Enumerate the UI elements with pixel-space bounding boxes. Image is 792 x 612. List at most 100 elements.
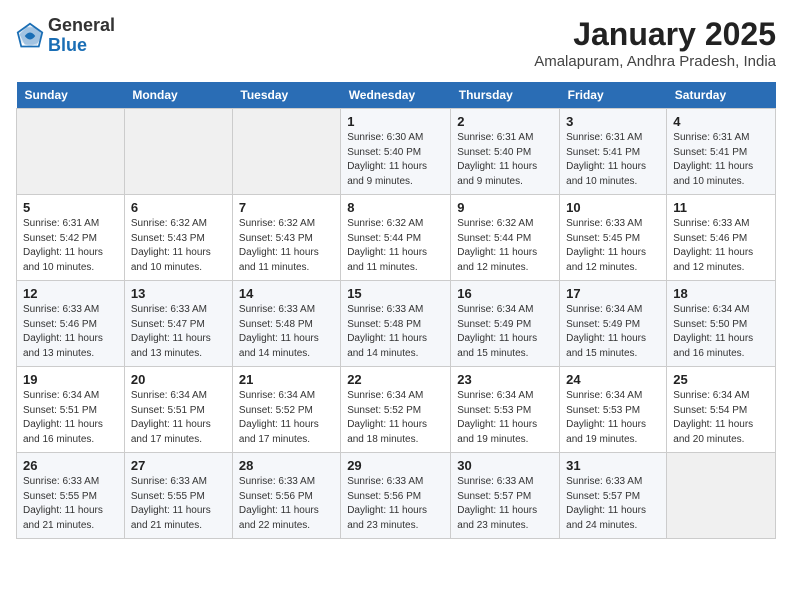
calendar-cell: 17 Sunrise: 6:34 AM Sunset: 5:49 PM Dayli… bbox=[560, 281, 667, 367]
calendar-cell: 1 Sunrise: 6:30 AM Sunset: 5:40 PM Daylig… bbox=[341, 109, 451, 195]
calendar-cell: 28 Sunrise: 6:33 AM Sunset: 5:56 PM Dayli… bbox=[232, 453, 340, 539]
day-info: Sunrise: 6:34 AM Sunset: 5:49 PM Dayligh… bbox=[457, 303, 553, 361]
calendar-cell: 7Sunrise: 6:32 AM Sunset: 5:43 PM Daylig… bbox=[232, 195, 340, 281]
day-info: Sunrise: 6:34 AM Sunset: 5:49 PM Dayligh… bbox=[566, 303, 660, 361]
day-number: 18 bbox=[673, 286, 769, 301]
day-info: Sunrise: 6:33 AM Sunset: 5:46 PM Dayligh… bbox=[23, 303, 118, 361]
day-number: 5 bbox=[23, 200, 118, 215]
day-info: Sunrise: 6:30 AM Sunset: 5:40 PM Dayligh… bbox=[347, 131, 444, 189]
logo-general-text: General bbox=[48, 15, 115, 35]
day-number: 12 bbox=[23, 286, 118, 301]
day-info: Sunrise: 6:33 AM Sunset: 5:57 PM Dayligh… bbox=[457, 475, 553, 533]
calendar-cell: 20 Sunrise: 6:34 AM Sunset: 5:51 PM Dayli… bbox=[124, 367, 232, 453]
day-info: Sunrise: 6:34 AM Sunset: 5:50 PM Dayligh… bbox=[673, 303, 769, 361]
calendar-cell: 6 Sunrise: 6:32 AM Sunset: 5:43 PM Daylig… bbox=[124, 195, 232, 281]
calendar-subtitle: Amalapuram, Andhra Pradesh, India bbox=[534, 53, 776, 70]
calendar-cell: 19Sunrise: 6:34 AM Sunset: 5:51 PM Dayli… bbox=[17, 367, 125, 453]
weekday-header-tuesday: Tuesday bbox=[232, 82, 340, 109]
day-info: Sunrise: 6:34 AM Sunset: 5:54 PM Dayligh… bbox=[673, 389, 769, 447]
calendar-cell: 9Sunrise: 6:32 AM Sunset: 5:44 PM Daylig… bbox=[451, 195, 560, 281]
day-info: Sunrise: 6:32 AM Sunset: 5:44 PM Dayligh… bbox=[347, 217, 444, 275]
day-info: Sunrise: 6:31 AM Sunset: 5:42 PM Dayligh… bbox=[23, 217, 118, 275]
day-number: 26 bbox=[23, 458, 118, 473]
day-info: Sunrise: 6:32 AM Sunset: 5:43 PM Dayligh… bbox=[131, 217, 226, 275]
page-header: General Blue January 2025 Amalapuram, An… bbox=[16, 16, 776, 70]
calendar-cell: 13Sunrise: 6:33 AM Sunset: 5:47 PM Dayli… bbox=[124, 281, 232, 367]
day-info: Sunrise: 6:33 AM Sunset: 5:46 PM Dayligh… bbox=[673, 217, 769, 275]
calendar-cell: 5 Sunrise: 6:31 AM Sunset: 5:42 PM Daylig… bbox=[17, 195, 125, 281]
day-number: 2 bbox=[457, 114, 553, 129]
day-info: Sunrise: 6:34 AM Sunset: 5:51 PM Dayligh… bbox=[23, 389, 118, 447]
day-number: 1 bbox=[347, 114, 444, 129]
weekday-header-thursday: Thursday bbox=[451, 82, 560, 109]
calendar-cell: 22 Sunrise: 6:34 AM Sunset: 5:52 PM Dayli… bbox=[341, 367, 451, 453]
day-number: 27 bbox=[131, 458, 226, 473]
weekday-header-friday: Friday bbox=[560, 82, 667, 109]
calendar-cell: 27 Sunrise: 6:33 AM Sunset: 5:55 PM Dayli… bbox=[124, 453, 232, 539]
day-number: 28 bbox=[239, 458, 334, 473]
logo-blue-text: Blue bbox=[48, 35, 87, 55]
day-info: Sunrise: 6:33 AM Sunset: 5:55 PM Dayligh… bbox=[131, 475, 226, 533]
day-number: 20 bbox=[131, 372, 226, 387]
calendar-week-5: 26 Sunrise: 6:33 AM Sunset: 5:55 PM Dayli… bbox=[17, 453, 776, 539]
day-info: Sunrise: 6:33 AM Sunset: 5:56 PM Dayligh… bbox=[239, 475, 334, 533]
day-info: Sunrise: 6:33 AM Sunset: 5:57 PM Dayligh… bbox=[566, 475, 660, 533]
calendar-week-3: 12 Sunrise: 6:33 AM Sunset: 5:46 PM Dayli… bbox=[17, 281, 776, 367]
calendar-cell: 29 Sunrise: 6:33 AM Sunset: 5:56 PM Dayli… bbox=[341, 453, 451, 539]
calendar-cell: 10 Sunrise: 6:33 AM Sunset: 5:45 PM Dayli… bbox=[560, 195, 667, 281]
day-number: 29 bbox=[347, 458, 444, 473]
day-info: Sunrise: 6:33 AM Sunset: 5:55 PM Dayligh… bbox=[23, 475, 118, 533]
day-info: Sunrise: 6:34 AM Sunset: 5:53 PM Dayligh… bbox=[457, 389, 553, 447]
day-info: Sunrise: 6:33 AM Sunset: 5:56 PM Dayligh… bbox=[347, 475, 444, 533]
logo: General Blue bbox=[16, 16, 115, 56]
calendar-cell bbox=[124, 109, 232, 195]
day-number: 31 bbox=[566, 458, 660, 473]
day-number: 16 bbox=[457, 286, 553, 301]
day-number: 6 bbox=[131, 200, 226, 215]
day-number: 23 bbox=[457, 372, 553, 387]
calendar-cell: 24Sunrise: 6:34 AM Sunset: 5:53 PM Dayli… bbox=[560, 367, 667, 453]
calendar-table: SundayMondayTuesdayWednesdayThursdayFrid… bbox=[16, 82, 776, 539]
day-info: Sunrise: 6:31 AM Sunset: 5:40 PM Dayligh… bbox=[457, 131, 553, 189]
calendar-cell: 31 Sunrise: 6:33 AM Sunset: 5:57 PM Dayli… bbox=[560, 453, 667, 539]
title-block: January 2025 Amalapuram, Andhra Pradesh,… bbox=[534, 16, 776, 70]
day-info: Sunrise: 6:33 AM Sunset: 5:48 PM Dayligh… bbox=[347, 303, 444, 361]
calendar-week-4: 19Sunrise: 6:34 AM Sunset: 5:51 PM Dayli… bbox=[17, 367, 776, 453]
day-number: 25 bbox=[673, 372, 769, 387]
calendar-week-1: 1 Sunrise: 6:30 AM Sunset: 5:40 PM Daylig… bbox=[17, 109, 776, 195]
day-number: 17 bbox=[566, 286, 660, 301]
day-info: Sunrise: 6:33 AM Sunset: 5:45 PM Dayligh… bbox=[566, 217, 660, 275]
calendar-cell: 16 Sunrise: 6:34 AM Sunset: 5:49 PM Dayli… bbox=[451, 281, 560, 367]
calendar-cell: 15 Sunrise: 6:33 AM Sunset: 5:48 PM Dayli… bbox=[341, 281, 451, 367]
day-number: 21 bbox=[239, 372, 334, 387]
calendar-cell: 21Sunrise: 6:34 AM Sunset: 5:52 PM Dayli… bbox=[232, 367, 340, 453]
day-number: 11 bbox=[673, 200, 769, 215]
day-info: Sunrise: 6:33 AM Sunset: 5:48 PM Dayligh… bbox=[239, 303, 334, 361]
day-number: 14 bbox=[239, 286, 334, 301]
calendar-cell: 12 Sunrise: 6:33 AM Sunset: 5:46 PM Dayli… bbox=[17, 281, 125, 367]
day-info: Sunrise: 6:34 AM Sunset: 5:51 PM Dayligh… bbox=[131, 389, 226, 447]
calendar-cell bbox=[232, 109, 340, 195]
day-number: 13 bbox=[131, 286, 226, 301]
calendar-title: January 2025 bbox=[534, 16, 776, 53]
calendar-cell: 23 Sunrise: 6:34 AM Sunset: 5:53 PM Dayli… bbox=[451, 367, 560, 453]
day-info: Sunrise: 6:31 AM Sunset: 5:41 PM Dayligh… bbox=[566, 131, 660, 189]
day-number: 24 bbox=[566, 372, 660, 387]
calendar-week-2: 5 Sunrise: 6:31 AM Sunset: 5:42 PM Daylig… bbox=[17, 195, 776, 281]
calendar-cell: 26 Sunrise: 6:33 AM Sunset: 5:55 PM Dayli… bbox=[17, 453, 125, 539]
day-number: 4 bbox=[673, 114, 769, 129]
calendar-cell: 4 Sunrise: 6:31 AM Sunset: 5:41 PM Daylig… bbox=[667, 109, 776, 195]
day-number: 10 bbox=[566, 200, 660, 215]
calendar-cell bbox=[17, 109, 125, 195]
calendar-cell: 18 Sunrise: 6:34 AM Sunset: 5:50 PM Dayli… bbox=[667, 281, 776, 367]
day-info: Sunrise: 6:32 AM Sunset: 5:44 PM Dayligh… bbox=[457, 217, 553, 275]
day-number: 15 bbox=[347, 286, 444, 301]
weekday-header-monday: Monday bbox=[124, 82, 232, 109]
day-info: Sunrise: 6:34 AM Sunset: 5:52 PM Dayligh… bbox=[347, 389, 444, 447]
day-number: 7 bbox=[239, 200, 334, 215]
day-info: Sunrise: 6:31 AM Sunset: 5:41 PM Dayligh… bbox=[673, 131, 769, 189]
day-number: 22 bbox=[347, 372, 444, 387]
day-number: 3 bbox=[566, 114, 660, 129]
day-number: 8 bbox=[347, 200, 444, 215]
calendar-cell: 2 Sunrise: 6:31 AM Sunset: 5:40 PM Daylig… bbox=[451, 109, 560, 195]
